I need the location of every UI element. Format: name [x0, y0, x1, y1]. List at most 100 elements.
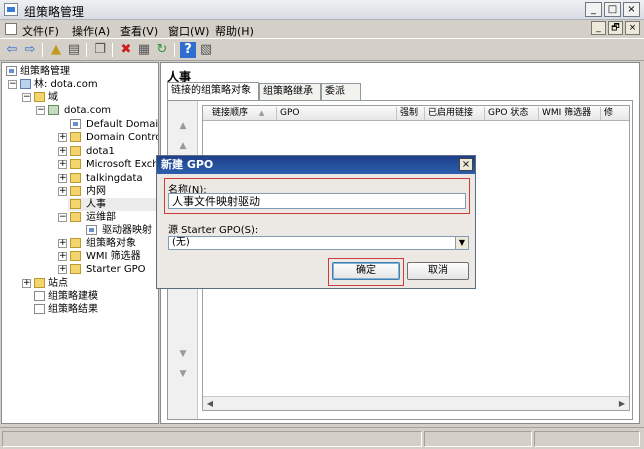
- column-header-link-order[interactable]: 链接顺序 ▲: [209, 107, 277, 120]
- minimize-button[interactable]: _: [585, 2, 602, 17]
- tree-item-label: 组策略结果: [48, 304, 98, 315]
- tree-item-dota1[interactable]: + dota1: [2, 145, 158, 158]
- close-button[interactable]: ×: [623, 2, 640, 17]
- starter-gpo-select[interactable]: (无) ▼: [168, 236, 469, 250]
- maximize-button[interactable]: □: [604, 2, 621, 17]
- show-hide-tree-icon[interactable]: ▤: [66, 42, 82, 58]
- horizontal-scrollbar[interactable]: ◀ ▶: [203, 396, 629, 410]
- refresh-icon[interactable]: ↻: [154, 42, 170, 58]
- tree-item-label: 站点: [48, 278, 68, 289]
- move-bottom-icon[interactable]: ▼: [177, 369, 189, 379]
- tree-item-label: 林: dota.com: [34, 79, 98, 90]
- tab-delegation[interactable]: 委派: [321, 83, 361, 100]
- mdi-close-button[interactable]: ×: [625, 21, 640, 35]
- properties-icon[interactable]: ▦: [136, 42, 152, 58]
- toolbar-separator: [86, 43, 87, 57]
- tab-linked-gpos[interactable]: 链接的组策略对象: [167, 82, 259, 100]
- column-header-link-enabled[interactable]: 已启用链接: [425, 107, 485, 120]
- tree-item-gpo-objects[interactable]: + 组策略对象: [2, 237, 158, 250]
- statusbar: [0, 427, 644, 449]
- scroll-right-icon[interactable]: ▶: [617, 399, 627, 408]
- column-header-modified[interactable]: 修: [601, 107, 629, 120]
- expand-icon[interactable]: +: [58, 160, 67, 169]
- gpo-link-icon: [86, 225, 97, 235]
- forward-icon[interactable]: ⇨: [22, 42, 38, 58]
- tree-item-modeling[interactable]: 组策略建模: [2, 290, 158, 303]
- new-gpo-dialog: 新建 GPO × 名称(N): 源 Starter GPO(S): (无) ▼ …: [156, 155, 476, 289]
- column-header-wmi-filter[interactable]: WMI 筛选器: [539, 107, 601, 120]
- tree-item-wmi-filters[interactable]: + WMI 筛选器: [2, 250, 158, 263]
- back-icon[interactable]: ⇦: [4, 42, 20, 58]
- tree-item-forest[interactable]: − 林: dota.com: [2, 78, 158, 91]
- collapse-icon[interactable]: −: [22, 93, 31, 102]
- chevron-down-icon[interactable]: ▼: [455, 237, 468, 249]
- folder-icon: [70, 238, 81, 248]
- toolbar-separator: [174, 43, 175, 57]
- sort-asc-icon: ▲: [258, 109, 265, 117]
- tree-item-talkingdata[interactable]: + talkingdata: [2, 172, 158, 185]
- folder-icon: [70, 212, 81, 222]
- delete-icon[interactable]: ✖: [118, 42, 134, 58]
- tree-item-sites[interactable]: + 站点: [2, 277, 158, 290]
- dialog-close-button[interactable]: ×: [459, 158, 473, 171]
- tree-item-label: 组策略对象: [86, 238, 136, 249]
- tab-inheritance[interactable]: 组策略继承: [259, 83, 321, 100]
- copy-icon[interactable]: ❐: [92, 42, 108, 58]
- tree-item-default-domain[interactable]: Default Domain: [2, 118, 158, 131]
- forest-icon: [20, 79, 31, 89]
- ok-button[interactable]: 确定: [332, 262, 400, 280]
- move-down-icon[interactable]: ▼: [177, 349, 189, 359]
- column-header-gpo-status[interactable]: GPO 状态: [485, 107, 539, 120]
- expand-icon[interactable]: +: [58, 187, 67, 196]
- menu-window[interactable]: 窗口(W): [168, 23, 209, 39]
- show-pane-icon[interactable]: ▧: [198, 42, 214, 58]
- expand-icon[interactable]: +: [22, 279, 31, 288]
- menu-file[interactable]: 文件(F): [22, 23, 59, 39]
- up-icon[interactable]: ▲: [48, 42, 64, 58]
- tree-item-label: 组策略建模: [48, 291, 98, 302]
- tree-item-hr[interactable]: 人事: [68, 198, 158, 211]
- tree-item-intranet[interactable]: + 内网: [2, 185, 158, 198]
- tree-item-label: Domain Control: [86, 132, 159, 143]
- collapse-icon[interactable]: −: [8, 80, 17, 89]
- window-controls: _ □ ×: [585, 2, 640, 17]
- move-top-icon[interactable]: ▲: [177, 121, 189, 131]
- column-header-enforced[interactable]: 强制: [397, 107, 425, 120]
- expand-icon[interactable]: +: [58, 252, 67, 261]
- folder-icon: [70, 186, 81, 196]
- scroll-left-icon[interactable]: ◀: [205, 399, 215, 408]
- folder-icon: [70, 146, 81, 156]
- collapse-icon[interactable]: −: [58, 213, 67, 222]
- console-tree: 组策略管理 − 林: dota.com − 域 − dota.com Defau…: [1, 62, 159, 424]
- expand-icon[interactable]: +: [58, 265, 67, 274]
- collapse-icon[interactable]: −: [36, 106, 45, 115]
- folder-icon: [70, 251, 81, 261]
- move-up-icon[interactable]: ▲: [177, 141, 189, 151]
- expand-icon[interactable]: +: [58, 147, 67, 156]
- tree-item-starter-gpo[interactable]: + Starter GPO: [2, 263, 158, 276]
- tree-item-domains[interactable]: − 域: [2, 91, 158, 104]
- tree-item-gpm[interactable]: 组策略管理: [2, 65, 158, 78]
- tree-item-dota-com[interactable]: − dota.com: [2, 104, 158, 117]
- menubar: 文件(F) 操作(A) 查看(V) 窗口(W) 帮助(H): [0, 20, 644, 39]
- tree-item-drive-mapping[interactable]: 驱动器映射: [2, 224, 158, 237]
- expand-icon[interactable]: +: [58, 133, 67, 142]
- help-icon[interactable]: ?: [180, 42, 196, 58]
- cancel-button[interactable]: 取消: [407, 262, 469, 280]
- gpo-link-icon: [70, 119, 81, 129]
- menu-view[interactable]: 查看(V): [120, 23, 158, 39]
- column-header-gpo[interactable]: GPO: [277, 107, 397, 120]
- tree-item-ops[interactable]: − 运维部: [2, 211, 158, 224]
- menu-action[interactable]: 操作(A): [72, 23, 110, 39]
- menu-help[interactable]: 帮助(H): [215, 23, 254, 39]
- gpo-name-input[interactable]: [168, 193, 466, 209]
- expand-icon[interactable]: +: [58, 174, 67, 183]
- tree-item-domain-controllers[interactable]: + Domain Control: [2, 131, 158, 144]
- toolbar: ⇦ ⇨ ▲ ▤ ❐ ✖ ▦ ↻ ? ▧: [0, 39, 644, 61]
- tree-item-microsoft-exchange[interactable]: + Microsoft Exch: [2, 158, 158, 171]
- tree-item-results[interactable]: 组策略结果: [2, 303, 158, 316]
- mdi-restore-button[interactable]: 🗗: [608, 21, 623, 35]
- expand-icon[interactable]: +: [58, 239, 67, 248]
- starter-gpo-value: (无): [172, 237, 190, 248]
- mdi-minimize-button[interactable]: _: [591, 21, 606, 35]
